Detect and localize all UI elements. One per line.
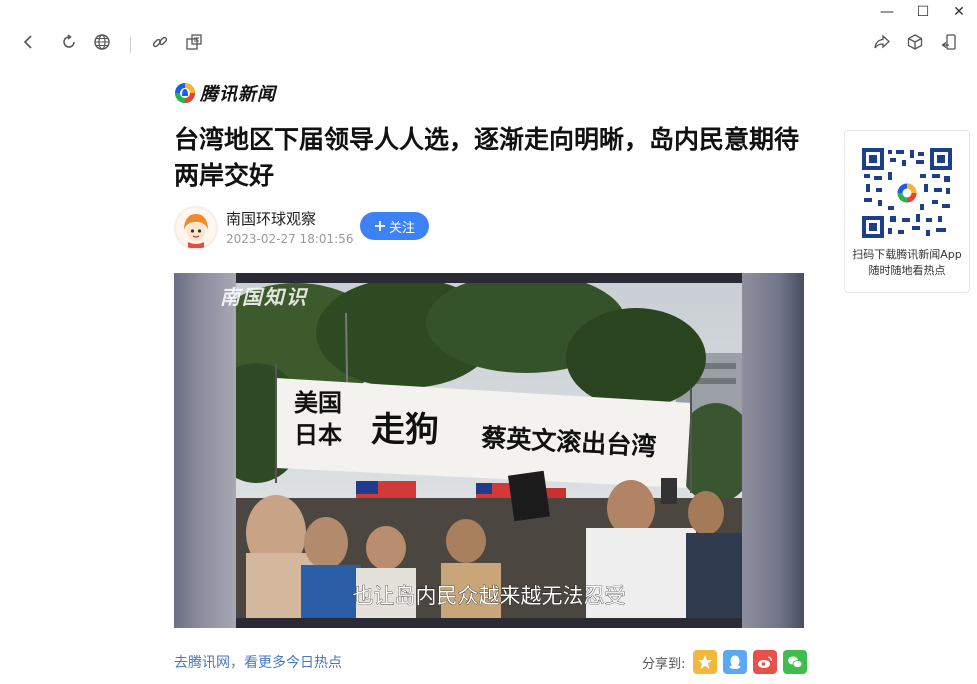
tencent-news-logo-icon [175, 83, 195, 103]
qq-penguin-icon [729, 655, 741, 669]
video-frame: 美国 日本 走狗 蔡英文滚出台湾 也让岛内民众越来越无法忍受 [236, 283, 742, 618]
link-icon [152, 36, 168, 48]
follow-button[interactable]: 关注 [360, 212, 429, 240]
share-arrow-icon [874, 34, 890, 49]
publish-time: 2023-02-27 18:01:56 [226, 232, 354, 246]
svg-text:走狗: 走狗 [371, 410, 439, 450]
author-avatar[interactable] [174, 206, 218, 250]
qzone-star-icon [698, 655, 713, 669]
author-block: 南国环球观察 2023-02-27 18:01:56 [174, 206, 353, 250]
app-download-qr-card: 扫码下载腾讯新闻App 随时随地看热点 [844, 130, 970, 293]
minimize-button[interactable]: — [869, 0, 905, 24]
article-title: 台湾地区下届领导人人选，逐渐走向明晰，岛内民意期待两岸交好 [174, 125, 800, 190]
protest-scene-image: 美国 日本 走狗 蔡英文滚出台湾 也让岛内民众越来越无法忍受 [236, 283, 742, 618]
share-weibo-button[interactable] [753, 650, 778, 674]
globe-icon [94, 34, 110, 50]
share-qq-button[interactable] [723, 650, 748, 674]
svg-text:美国: 美国 [294, 388, 342, 417]
share-wechat-button[interactable] [783, 650, 808, 674]
article-video[interactable]: 美国 日本 走狗 蔡英文滚出台湾 也让岛内民众越来越无法忍受 南国知识 [174, 273, 804, 628]
browser-toolbar [0, 30, 977, 62]
toolbar-divider [130, 37, 131, 53]
follow-label: 关注 [388, 220, 415, 236]
back-button[interactable] [17, 30, 41, 54]
chevron-left-icon [23, 35, 32, 49]
maximize-button[interactable]: ☐ [905, 0, 941, 24]
share-bar: 分享到: [642, 650, 808, 674]
share-qzone-button[interactable] [693, 650, 718, 674]
share-label: 分享到: [642, 656, 686, 672]
window-controls: — ☐ ✕ [869, 0, 977, 24]
site-name: 腾讯新闻 [200, 84, 276, 105]
video-subtitle-text: 也让岛内民众越来越无法忍受 [353, 584, 626, 608]
3d-button[interactable] [903, 30, 927, 54]
avatar-cartoon-icon [176, 208, 216, 248]
exit-button[interactable] [937, 30, 961, 54]
share-button[interactable] [870, 30, 894, 54]
more-news-link[interactable]: 去腾讯网，看更多今日热点 [174, 652, 342, 672]
qr-caption-line1: 扫码下载腾讯新闻App [852, 248, 962, 261]
screenshot-button[interactable] [182, 30, 206, 54]
browser-button[interactable] [90, 30, 114, 54]
cube-icon [907, 34, 923, 50]
copy-link-button[interactable] [148, 30, 172, 54]
qr-caption: 扫码下载腾讯新闻App 随时随地看热点 [845, 247, 969, 279]
video-blur-left [174, 273, 236, 628]
plus-icon [374, 221, 385, 231]
video-blur-right [742, 273, 804, 628]
qr-code-image [862, 148, 952, 238]
wechat-icon [788, 656, 803, 668]
close-button[interactable]: ✕ [941, 0, 977, 24]
exit-icon [941, 34, 956, 50]
qr-caption-line2: 随时随地看热点 [868, 264, 946, 277]
site-logo[interactable]: 腾讯新闻 [174, 80, 276, 106]
weibo-icon [758, 656, 773, 668]
refresh-icon [63, 34, 75, 48]
video-watermark: 南国知识 [220, 285, 308, 309]
refresh-button[interactable] [57, 30, 81, 54]
author-name[interactable]: 南国环球观察 [226, 209, 353, 229]
svg-text:日本: 日本 [294, 420, 342, 449]
screenshot-icon [186, 34, 202, 50]
